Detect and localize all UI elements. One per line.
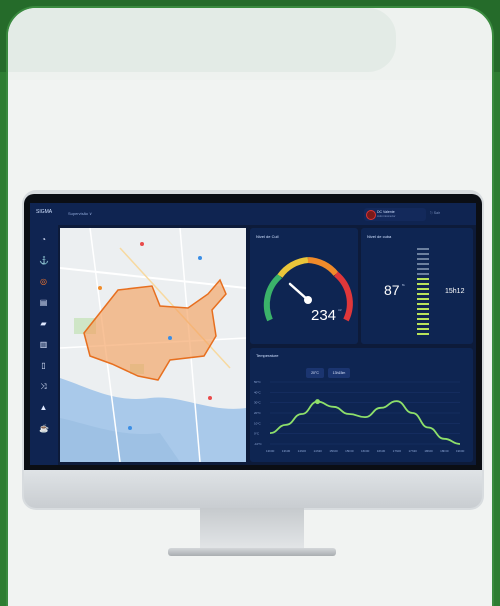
x-tick-label: 18h00 [424,449,433,453]
promo-card: SIGMA Supervisão ∨ DC Valente Administra… [0,0,500,606]
gauge-dial [263,257,353,322]
level-bars [417,248,429,335]
user-role: Administrador [377,214,396,218]
dashboard-screen: SIGMA Supervisão ∨ DC Valente Administra… [30,203,476,465]
monitor-base [168,548,336,556]
monitor-stand [200,508,304,550]
y-tick-label: 10°C [254,421,262,425]
y-tick-label: 40°C [254,390,262,394]
x-tick-label: 15h30 [345,449,354,453]
temperature-panel: Temperature 20°C 13h15m 50°C 40°C 30°C 20°C… [250,348,473,462]
y-tick-label: 0°C [254,432,260,436]
series-line [269,400,461,445]
x-tick-label: 15h00 [329,449,338,453]
gauge-panel: Nivel de Cuil 234 m³ [250,228,358,344]
level-panel: Nivel de cuba 87 % 15h12 [361,228,473,344]
x-tick-label: 16h30 [377,449,386,453]
x-tick-label: 13h00 [266,449,275,453]
shuffle-icon[interactable]: ⤨ [39,382,48,391]
level-time: 15h12 [445,288,465,295]
gauge-unit: m³ [338,308,342,312]
y-tick-label: 50°C [254,380,262,384]
x-tick-label: 17h00 [393,449,402,453]
target-icon[interactable]: ◎ [39,277,48,286]
top-panel [8,8,396,72]
x-tick-label: 19h00 [456,449,465,453]
map-canvas[interactable] [60,228,246,462]
y-tick-label: 30°C [254,401,262,405]
x-tick-label: 18h30 [440,449,449,453]
gauge-value: 234 [311,307,337,324]
sidebar: ◔ ⚓ ◎ ▤ ▰ ▥ ▯ ⤨ ▲ ☕ [30,225,58,465]
monitor-chin [24,470,482,508]
y-tick-label: 20°C [254,411,262,415]
folder-icon[interactable]: ▰ [39,319,48,328]
nav-supervision[interactable]: Supervisão ∨ [68,211,92,216]
anchor-icon[interactable]: ⚓ [39,256,49,265]
coffee-icon[interactable]: ☕ [39,424,49,433]
gauge-icon[interactable]: ◔ [39,235,48,244]
y-tick-label: -10°C [254,442,263,446]
map-view[interactable] [60,228,246,462]
layers-icon[interactable]: ▤ [39,298,48,307]
avatar[interactable] [366,210,376,220]
chart-icon[interactable]: ▥ [39,340,48,349]
x-tick-label: 16h00 [361,449,370,453]
app-logo[interactable]: SIGMA [36,209,52,215]
highlight-point [315,399,320,405]
temperature-chart: 50°C 40°C 30°C 20°C 10°C 0°C -10°C13h00 13h30 14… [254,380,465,453]
x-tick-label: 14h00 [298,449,307,453]
warning-icon[interactable]: ▲ [39,403,48,412]
building-icon[interactable]: ▯ [39,361,48,370]
x-tick-label: 13h30 [282,449,291,453]
x-tick-label: 17h30 [409,449,418,453]
logout-button[interactable]: ⎋ Sair [430,211,440,215]
x-tick-label: 14h30 [314,449,323,453]
